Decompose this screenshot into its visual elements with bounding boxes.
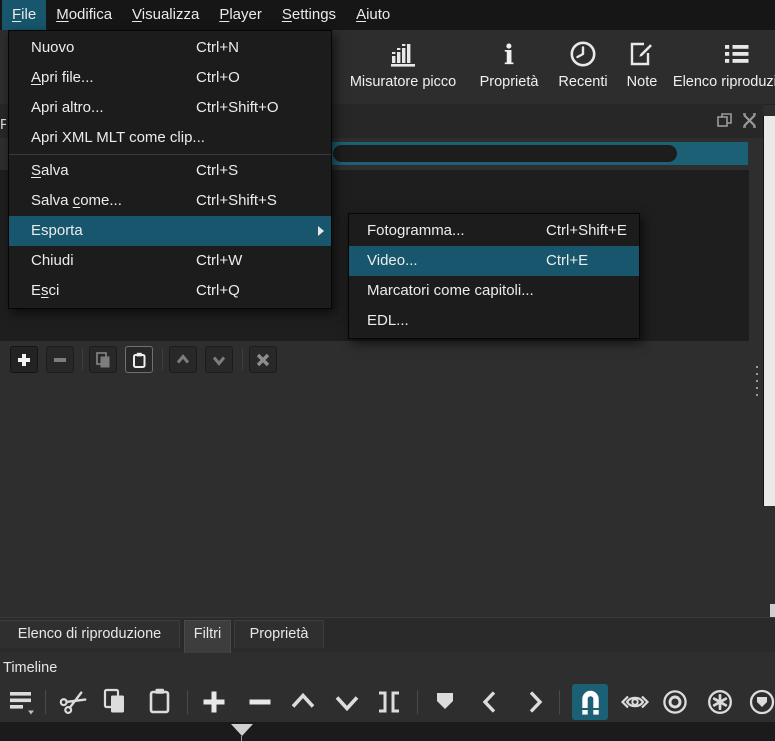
submenu-item-video[interactable]: Video... Ctrl+E <box>349 246 639 276</box>
paste-icon[interactable] <box>145 687 175 717</box>
close-icon[interactable] <box>741 112 758 129</box>
lift-icon[interactable] <box>288 687 318 717</box>
cut-icon[interactable] <box>59 687 89 717</box>
marker-icon[interactable] <box>430 687 460 717</box>
copy-filter-button[interactable] <box>89 346 117 373</box>
tab-proprieta[interactable]: Proprietà <box>234 620 324 648</box>
menu-item-salva-come[interactable]: Salva come... Ctrl+Shift+S <box>9 186 331 216</box>
adjacent-panel-sliver <box>763 116 775 506</box>
divider <box>242 349 243 370</box>
toolbar-properties-label: Proprietà <box>479 74 539 90</box>
move-filter-up-button[interactable] <box>169 346 197 373</box>
minus-icon <box>54 357 66 362</box>
playlist-icon <box>722 37 752 69</box>
ripple-delete-icon[interactable] <box>245 687 275 717</box>
plus-icon <box>18 353 30 366</box>
prev-marker-icon[interactable] <box>475 687 505 717</box>
menu-item-apri-altro[interactable]: Apri altro... Ctrl+Shift+O <box>9 93 331 123</box>
chevron-down-icon <box>212 356 226 366</box>
menu-separator <box>9 154 331 155</box>
menu-item-apri-file[interactable]: Apri file... Ctrl+O <box>9 63 331 93</box>
splitter-grip[interactable] <box>756 366 758 399</box>
filters-panel-title-fragment: F <box>0 117 6 133</box>
panel-tabbar: Elenco di riproduzione Filtri Proprietà <box>0 617 775 653</box>
tab-elenco-di-riproduzione[interactable]: Elenco di riproduzione <box>0 620 180 648</box>
menu-file[interactable]: File <box>2 0 47 30</box>
deselect-filter-button[interactable] <box>249 346 277 373</box>
toolbar-notes[interactable]: Note <box>614 37 670 90</box>
menu-aiuto[interactable]: Aiuto <box>346 0 400 30</box>
playhead-stem <box>241 736 242 741</box>
toolbar-playlist-label: Elenco riproduzione <box>672 74 775 90</box>
menu-item-esporta[interactable]: Esporta <box>9 216 331 246</box>
filter-search-selected-text <box>333 145 677 162</box>
clock-icon <box>568 37 598 69</box>
divider <box>162 349 163 370</box>
shotcut-window: { "colors":{ "accent_menu":"#17566c", "a… <box>0 0 775 741</box>
float-icon[interactable] <box>716 112 733 129</box>
info-icon: i <box>503 40 515 71</box>
toolbar-peak-meter-label: Misuratore picco <box>349 74 457 90</box>
note-icon <box>627 37 657 69</box>
peak-meter-icon <box>388 37 418 69</box>
copy-icon <box>96 351 110 367</box>
panel-window-controls <box>716 112 758 129</box>
divider <box>82 349 83 370</box>
submenu-item-marcatori-come-capitoli[interactable]: Marcatori come capitoli... <box>349 276 639 306</box>
x-icon <box>256 353 270 366</box>
timeline-panel-title: Timeline <box>3 660 58 676</box>
menu-modifica[interactable]: Modifica <box>46 0 122 30</box>
toolbar-properties[interactable]: i Proprietà <box>466 37 552 90</box>
menu-item-salva[interactable]: Salva Ctrl+S <box>9 156 331 186</box>
divider <box>559 690 560 714</box>
divider <box>187 690 188 714</box>
submenu-item-edl[interactable]: EDL... <box>349 306 639 336</box>
paste-filter-button[interactable] <box>125 346 153 373</box>
scrub-while-dragging-icon[interactable] <box>620 687 650 717</box>
next-marker-icon[interactable] <box>520 687 550 717</box>
snap-icon[interactable] <box>572 684 608 720</box>
overwrite-icon[interactable] <box>332 687 362 717</box>
submenu-arrow-icon <box>318 226 324 236</box>
tab-filtri[interactable]: Filtri <box>184 620 231 653</box>
timeline-menu-icon[interactable] <box>7 687 37 717</box>
divider <box>45 690 46 714</box>
add-filter-button[interactable] <box>10 346 38 373</box>
ripple-markers-icon[interactable] <box>747 687 775 717</box>
menu-item-apri-xml-mlt[interactable]: Apri XML MLT come clip... <box>9 123 331 153</box>
toolbar-peak-meter[interactable]: Misuratore picco <box>340 37 466 90</box>
ripple-all-tracks-icon[interactable] <box>705 687 735 717</box>
export-submenu: Fotogramma... Ctrl+Shift+E Video... Ctrl+E… <box>348 213 640 339</box>
menu-item-nuovo[interactable]: Nuovo Ctrl+N <box>9 33 331 63</box>
remove-filter-button[interactable] <box>46 346 74 373</box>
toolbar-notes-label: Note <box>626 74 658 90</box>
menu-item-chiudi[interactable]: Chiudi Ctrl+W <box>9 246 331 276</box>
menu-settings[interactable]: Settings <box>272 0 346 30</box>
move-filter-down-button[interactable] <box>205 346 233 373</box>
toolbar-playlist[interactable]: Elenco riproduzione <box>672 37 775 90</box>
copy-icon[interactable] <box>101 687 131 717</box>
menu-visualizza[interactable]: Visualizza <box>122 0 209 30</box>
menubar: File Modifica Visualizza Player Settings… <box>0 0 775 30</box>
file-menu: Nuovo Ctrl+N Apri file... Ctrl+O Apri altr… <box>8 30 332 309</box>
ripple-icon[interactable] <box>660 687 690 717</box>
submenu-item-fotogramma[interactable]: Fotogramma... Ctrl+Shift+E <box>349 216 639 246</box>
toolbar-recent[interactable]: Recenti <box>552 37 614 90</box>
divider <box>417 690 418 714</box>
chevron-up-icon <box>176 353 190 363</box>
menu-item-esci[interactable]: Esci Ctrl+Q <box>9 276 331 306</box>
paste-icon <box>133 352 146 368</box>
append-icon[interactable] <box>199 687 229 717</box>
toolbar-recent-label: Recenti <box>558 74 608 90</box>
playhead[interactable] <box>231 724 253 736</box>
split-icon[interactable] <box>374 687 404 717</box>
menu-player[interactable]: Player <box>209 0 272 30</box>
timeline-ruler[interactable] <box>0 722 775 741</box>
